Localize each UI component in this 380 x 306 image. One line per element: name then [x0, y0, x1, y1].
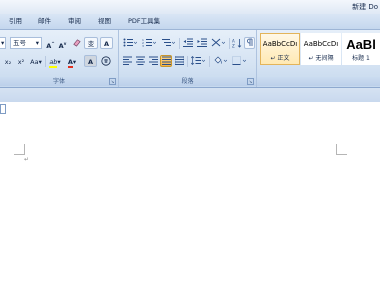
enclose-char-button[interactable]	[99, 55, 113, 67]
font-name-dropdown[interactable]: ▾	[0, 37, 6, 49]
style-name: ↵ 正文	[270, 55, 290, 62]
grow-font-button[interactable]: A^	[45, 37, 56, 50]
chinese-layout-icon	[211, 38, 226, 47]
highlight-button[interactable]: ab▾	[47, 55, 63, 68]
numbered-list-icon: 123	[142, 38, 157, 48]
paragraph-dialog-launcher-icon[interactable]: ↘	[247, 78, 254, 85]
pilcrow-icon	[246, 38, 252, 46]
char-shading-button[interactable]: A	[84, 55, 97, 67]
ruler-toggle-icon[interactable]	[0, 104, 6, 114]
align-right-icon	[148, 56, 158, 65]
sort-button[interactable]: AZ	[231, 37, 243, 49]
styles-group: AaBbCcDı ↵ 正文 AaBbCcDı ↵ 无间隔 AaBl 标题 1	[257, 30, 380, 87]
align-right-button[interactable]	[147, 55, 159, 67]
char-border-button[interactable]: A	[100, 37, 113, 49]
document-page[interactable]: ↵	[0, 102, 380, 306]
distributed-icon	[174, 56, 184, 65]
style-sample: AaBl	[346, 37, 376, 52]
separator	[209, 56, 210, 67]
subscript-button[interactable]: x₂	[2, 55, 14, 67]
superscript-button[interactable]: x²	[15, 55, 27, 67]
title-bar: 新建 Do	[0, 0, 380, 14]
borders-icon	[232, 56, 247, 65]
style-name: ↵ 无间隔	[308, 55, 334, 62]
svg-text:Z: Z	[232, 44, 235, 49]
style-no-spacing[interactable]: AaBbCcDı ↵ 无间隔	[301, 33, 341, 65]
eraser-icon	[72, 39, 81, 47]
tab-mailings[interactable]: 邮件	[38, 16, 51, 27]
font-dialog-launcher-icon[interactable]: ↘	[109, 78, 116, 85]
align-center-icon	[135, 56, 145, 65]
decrease-indent-button[interactable]	[181, 37, 194, 49]
justify-icon	[161, 56, 171, 65]
style-sample: AaBbCcDı	[303, 40, 339, 48]
chevron-down-icon: ▾	[35, 39, 39, 47]
shrink-font-button[interactable]: Av	[57, 37, 68, 50]
align-center-button[interactable]	[134, 55, 146, 67]
align-left-icon	[122, 56, 132, 65]
ribbon-tabs: 引用 邮件 审阅 视图 PDF工具集	[0, 14, 380, 30]
font-size-dropdown[interactable]: 五号 ▾	[10, 37, 42, 49]
multilevel-list-icon	[162, 39, 176, 46]
increase-indent-icon	[196, 38, 207, 47]
numbering-button[interactable]: 123	[140, 37, 158, 49]
chinese-layout-button[interactable]	[209, 37, 227, 49]
font-group-label: 字体	[0, 77, 118, 86]
show-marks-button[interactable]	[244, 37, 255, 49]
font-group: ▾ 五号 ▾ A^ Av 变 A x₂ x² Aa▾ ab▾ A▾ A 字体 ↘	[0, 30, 119, 87]
separator	[187, 56, 188, 67]
change-case-button[interactable]: Aa▾	[28, 55, 44, 67]
tab-references[interactable]: 引用	[9, 16, 22, 27]
borders-button[interactable]	[230, 55, 248, 67]
margin-corner-top-left	[14, 144, 25, 155]
font-color-button[interactable]: A▾	[64, 55, 80, 68]
align-left-button[interactable]	[121, 55, 133, 67]
tab-view[interactable]: 视图	[98, 16, 111, 27]
style-heading-1[interactable]: AaBl 标题 1	[342, 33, 380, 65]
distributed-button[interactable]	[173, 55, 185, 67]
separator	[45, 56, 46, 67]
svg-text:3: 3	[142, 44, 144, 47]
style-name: 标题 1	[352, 55, 370, 62]
decrease-indent-icon	[182, 38, 193, 47]
shading-button[interactable]	[211, 55, 229, 67]
margin-corner-top-right	[336, 144, 347, 155]
paint-bucket-icon	[214, 56, 228, 64]
paragraph-mark-icon: ↵	[24, 156, 30, 163]
font-size-value: 五号	[13, 39, 26, 47]
style-normal[interactable]: AaBbCcDı ↵ 正文	[260, 33, 300, 65]
ribbon: ▾ 五号 ▾ A^ Av 变 A x₂ x² Aa▾ ab▾ A▾ A 字体 ↘	[0, 30, 380, 88]
clear-format-button[interactable]	[70, 37, 82, 49]
ruler-bar	[0, 88, 380, 103]
separator	[179, 38, 180, 49]
tab-pdf-tools[interactable]: PDF工具集	[128, 16, 160, 27]
bullet-list-icon	[123, 38, 138, 47]
paragraph-group: 123 AZ 段落 ↘	[119, 30, 257, 87]
separator	[229, 38, 230, 49]
window-title: 新建 Do	[352, 3, 378, 11]
styles-group-label	[257, 77, 380, 86]
tab-review[interactable]: 审阅	[68, 16, 81, 27]
bullets-button[interactable]	[121, 37, 139, 49]
style-sample: AaBbCcDı	[262, 40, 298, 48]
enclosed-char-icon	[101, 56, 111, 66]
line-spacing-icon	[190, 56, 206, 65]
multilevel-list-button[interactable]	[159, 37, 177, 49]
line-spacing-button[interactable]	[189, 55, 207, 67]
sort-icon: AZ	[232, 39, 242, 49]
paragraph-group-label: 段落	[119, 77, 256, 86]
justify-button[interactable]	[160, 55, 172, 67]
increase-indent-button[interactable]	[195, 37, 208, 49]
phonetic-guide-button[interactable]: 变	[84, 37, 98, 49]
